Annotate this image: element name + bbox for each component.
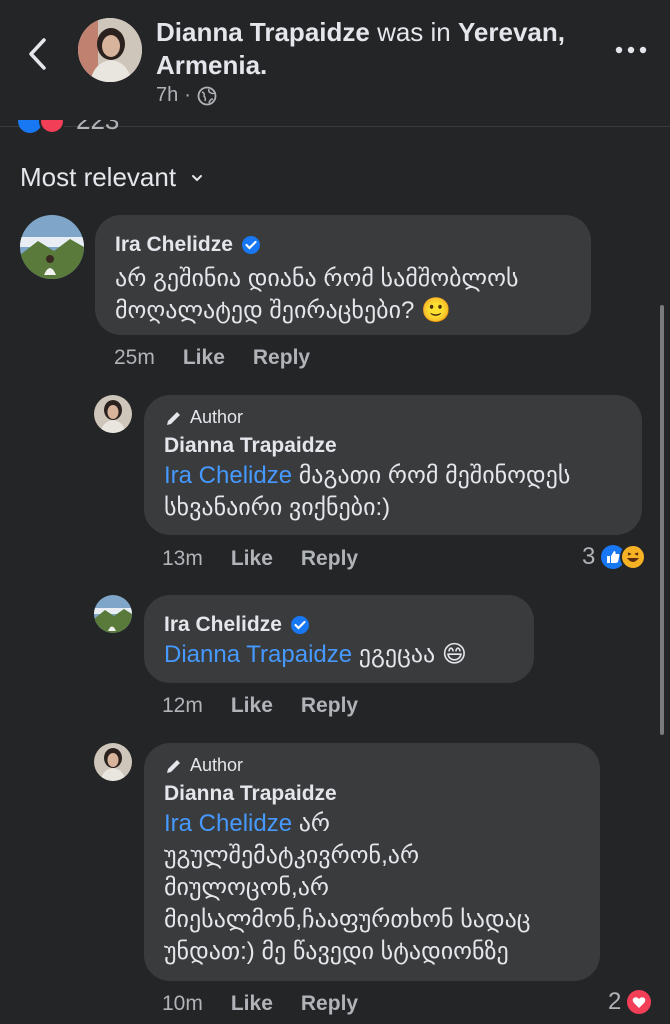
comment-author-name[interactable]: Ira Chelidze [115,233,233,257]
post-time: 7h [156,84,179,106]
commenter-avatar[interactable] [94,595,132,633]
post-title: Dianna Trapaidze was in Yerevan, Armenia… [156,16,576,82]
mention-link[interactable]: Ira Chelidze [164,462,292,489]
reply-bubble[interactable]: Author Dianna Trapaidze Ira Chelidze მაგ… [144,395,642,535]
reply-button[interactable]: Reply [253,346,310,370]
reaction-total: 223 [76,120,119,134]
author-reply-avatar[interactable] [94,395,132,433]
author-name-link[interactable]: Dianna Trapaidze [156,17,370,47]
sort-label: Most relevant [20,162,177,192]
like-button[interactable]: Like [183,346,225,370]
mention-link[interactable]: Dianna Trapaidze [164,641,352,668]
comment-text-content: არ გეშინია დიანა რომ სამშობლოს მოღალატედ… [115,265,519,324]
grinning-emoji: 😄 [441,641,467,668]
more-options-button[interactable] [612,38,650,62]
reply-time: 12m [162,694,203,717]
reply-text: Ira Chelidze არ უგულშემატკივრონ,არ მიულო… [164,808,580,968]
reply-button[interactable]: Reply [301,547,358,571]
reaction-count: 2 [608,988,622,1015]
author-badge-label: Author [190,755,244,775]
reply-actions: 12m Like Reply [162,694,358,718]
like-button[interactable]: Like [231,992,273,1016]
like-reaction-icon [18,120,42,133]
comment-text: არ გეშინია დიანა რომ სამშობლოს მოღალატედ… [115,263,571,327]
author-reply-avatar[interactable] [94,743,132,781]
comment-time: 25m [114,346,155,369]
author-avatar[interactable] [78,18,142,82]
comment-actions: 25m Like Reply [114,346,310,370]
comment-sort-dropdown[interactable]: Most relevant [20,162,204,193]
back-button[interactable] [24,34,54,74]
author-badge: Author [164,407,622,428]
reply-author-name[interactable]: Ira Chelidze [164,613,282,637]
author-badge: Author [164,755,580,776]
meta-separator: · [184,84,191,106]
reply-text: Ira Chelidze მაგათი რომ მეშინოდეს სხვანა… [164,460,622,524]
reply-text: Dianna Trapaidze ეგეცაა 😄 [164,639,514,671]
post-header: Dianna Trapaidze was in Yerevan, Armenia… [0,0,670,127]
reply-author-name[interactable]: Dianna Trapaidze [164,782,580,806]
scrollbar[interactable] [660,305,664,735]
post-meta: 7h · [156,84,217,107]
title-connector: was in [369,17,458,47]
author-badge-label: Author [190,407,244,427]
globe-icon [197,86,217,105]
reply-time: 13m [162,547,203,570]
reply-bubble[interactable]: Author Dianna Trapaidze Ira Chelidze არ … [144,743,600,981]
reply-actions: 13m Like Reply [162,547,358,571]
slight-smile-emoji: 🙂 [421,297,451,324]
mention-link[interactable]: Ira Chelidze [164,810,292,837]
chevron-down-icon [192,174,203,181]
reply-actions: 10m Like Reply [162,992,358,1016]
more-dots-icon [615,46,647,54]
reply-time: 10m [162,992,203,1015]
comment-bubble[interactable]: Ira Chelidze არ გეშინია დიანა რომ სამშობ… [95,215,591,335]
haha-reaction-icon [620,544,647,570]
pencil-icon [167,759,180,773]
reply-reactions[interactable]: 3 [582,543,649,571]
love-reaction-icon [39,120,65,134]
reply-button[interactable]: Reply [301,694,358,718]
reply-author: Ira Chelidze [164,613,514,637]
reply-reactions[interactable]: 2 [608,988,653,1016]
verified-badge-icon [290,616,309,634]
reply-button[interactable]: Reply [301,992,358,1016]
pencil-icon [167,411,180,425]
verified-badge-icon [241,236,260,254]
like-button[interactable]: Like [231,694,273,718]
reply-text-content: ეგეცაა [352,641,436,668]
comment-author: Ira Chelidze [115,233,571,257]
reply-author-name[interactable]: Dianna Trapaidze [164,434,622,458]
reply-bubble[interactable]: Ira Chelidze Dianna Trapaidze ეგეცაა 😄 [144,595,534,683]
like-button[interactable]: Like [231,547,273,571]
chevron-left-icon [29,38,46,70]
reaction-count: 3 [582,543,596,570]
commenter-avatar[interactable] [20,215,84,279]
reaction-summary[interactable]: 223 [14,120,134,134]
